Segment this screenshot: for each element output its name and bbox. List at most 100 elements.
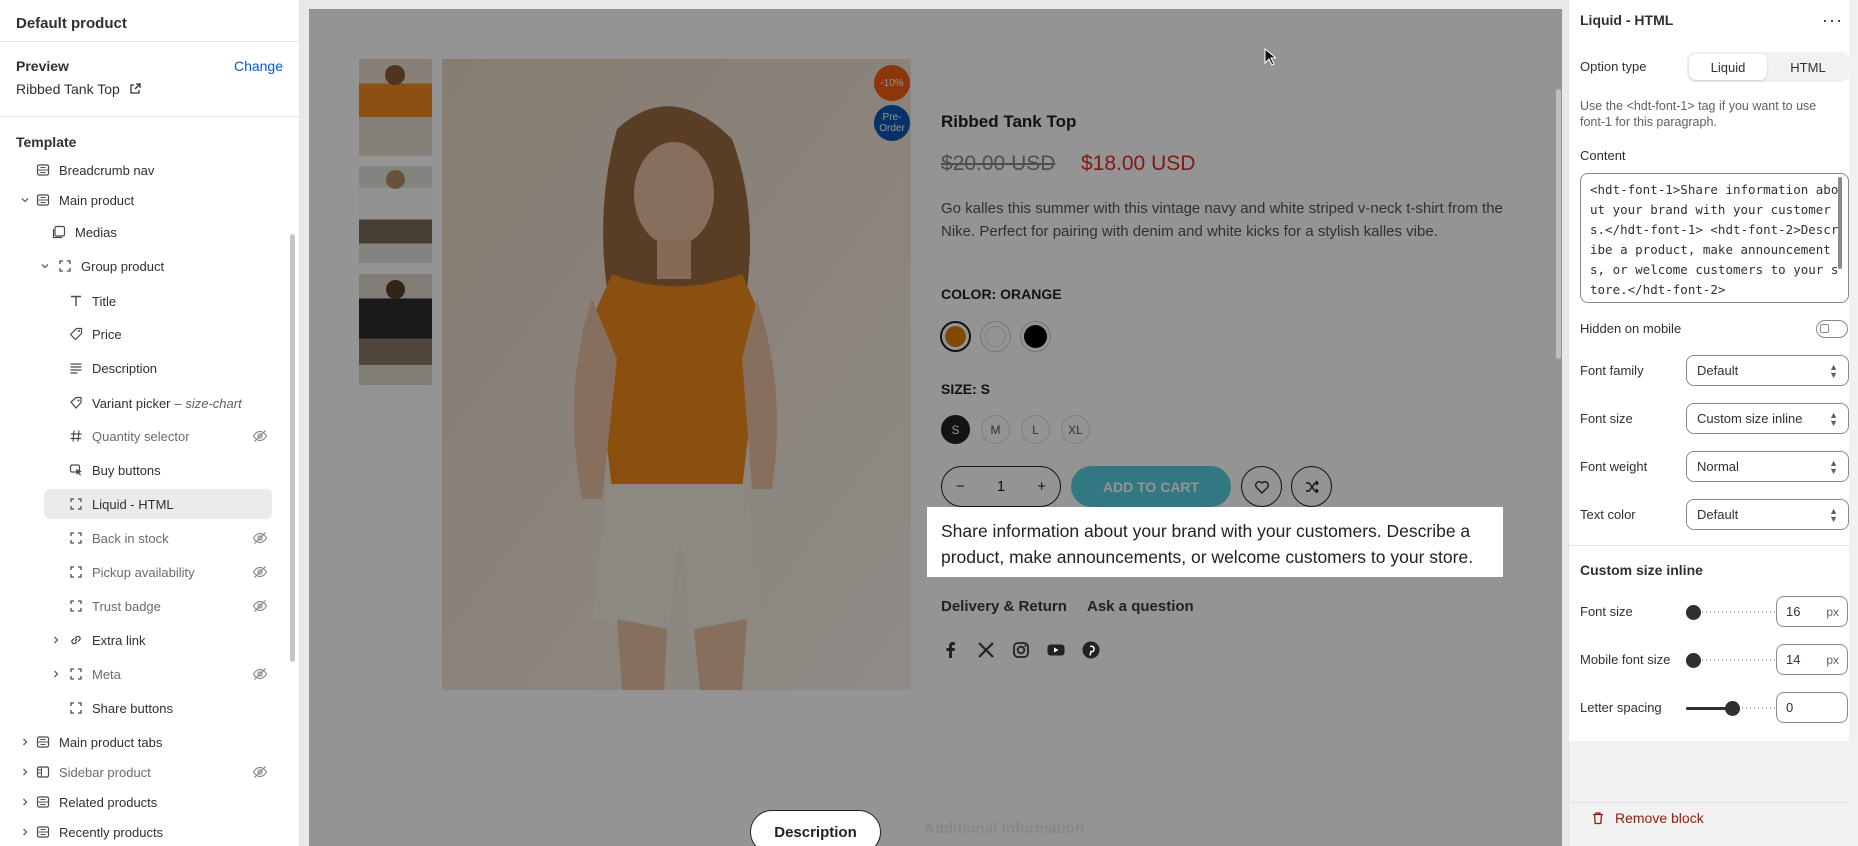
tree-item-meta[interactable]: Meta	[54, 659, 268, 689]
tree-item-title[interactable]: Title	[68, 286, 268, 316]
eye-off-icon[interactable]	[252, 598, 268, 614]
eye-off-icon[interactable]	[252, 564, 268, 580]
tree-item-related-products[interactable]: Related products	[23, 787, 268, 817]
plus-icon[interactable]: +	[1037, 478, 1046, 495]
wishlist-button[interactable]	[1241, 466, 1282, 507]
size-option-m[interactable]: M	[981, 415, 1010, 444]
tab-additional-information[interactable]: Additional Information	[924, 820, 1084, 837]
size-option-xl[interactable]: XL	[1061, 415, 1090, 444]
tree-item-price[interactable]: Price	[68, 319, 268, 349]
size-option-l[interactable]: L	[1021, 415, 1050, 444]
eye-off-icon[interactable]	[252, 764, 268, 780]
preview-area: -10% Pre-Order Ribbed Tank Top $20.00 US…	[300, 0, 1568, 846]
tree-item-trust-badge[interactable]: Trust badge	[68, 591, 268, 621]
tree-item-recently-products[interactable]: Recently products	[23, 817, 268, 846]
content-label: Content	[1580, 148, 1626, 163]
tree-item-buy-buttons[interactable]: Buy buttons	[68, 455, 268, 485]
hidden-mobile-toggle[interactable]	[1816, 320, 1848, 338]
tree-item-label: Related products	[59, 794, 158, 810]
remove-block-label: Remove block	[1615, 810, 1704, 826]
color-swatch-black[interactable]	[1020, 321, 1051, 352]
tree-item-share-buttons[interactable]: Share buttons	[68, 693, 268, 723]
tree-item-description[interactable]: Description	[68, 353, 268, 383]
eye-off-icon[interactable]	[252, 428, 268, 444]
preview-scrollbar[interactable]	[1556, 89, 1561, 359]
chevron-right-icon[interactable]	[19, 796, 31, 808]
content-code-editor[interactable]: <hdt-font-1>Share information about your…	[1580, 173, 1849, 303]
x-twitter-icon[interactable]	[976, 640, 996, 660]
size-option-s[interactable]: S	[941, 415, 970, 444]
thumbnail-2[interactable]	[359, 166, 432, 263]
tree-item-variant-picker[interactable]: Variant picker – size-chart	[68, 388, 268, 418]
letter-spacing-slider[interactable]	[1686, 698, 1778, 718]
preview-product-link[interactable]: Ribbed Tank Top	[16, 81, 141, 97]
text-icon	[68, 293, 84, 309]
sale-price: $18.00 USD	[1081, 152, 1196, 175]
font-size-select[interactable]: Custom size inline ▲ ▼	[1686, 403, 1849, 434]
text-color-select[interactable]: Default ▲ ▼	[1686, 499, 1849, 530]
tree-item-group-product[interactable]: Group product	[41, 251, 268, 281]
slider-handle[interactable]	[1686, 605, 1701, 620]
tree-item-liquid-html[interactable]: Liquid - HTML	[68, 489, 268, 519]
editor-scrollbar[interactable]	[1838, 177, 1842, 269]
option-liquid-button[interactable]: Liquid	[1689, 54, 1767, 80]
thumbnail-1[interactable]	[359, 59, 432, 156]
toggle-knob	[1820, 324, 1829, 333]
chevron-down-icon[interactable]	[39, 260, 51, 272]
slider-handle[interactable]	[1724, 701, 1740, 716]
compare-button[interactable]	[1291, 466, 1332, 507]
tree-item-quantity-selector[interactable]: Quantity selector	[68, 421, 268, 451]
youtube-icon[interactable]	[1046, 640, 1066, 660]
remove-block-button[interactable]: Remove block	[1569, 810, 1849, 826]
mobile-font-size-number-input[interactable]: 14 px	[1776, 644, 1848, 675]
tree-item-extra-link[interactable]: Extra link	[54, 625, 268, 655]
font-weight-label: Font weight	[1580, 459, 1648, 474]
quantity-value[interactable]: 1	[997, 478, 1005, 495]
chevron-down-icon[interactable]	[19, 194, 31, 206]
ask-question-link[interactable]: Ask a question	[1087, 598, 1194, 615]
tree-item-main-product[interactable]: Main product	[21, 185, 268, 215]
letter-spacing-number-input[interactable]: 0	[1776, 692, 1848, 723]
eye-off-icon[interactable]	[252, 530, 268, 546]
font-family-select[interactable]: Default ▲ ▼	[1686, 355, 1849, 386]
delivery-return-link[interactable]: Delivery & Return	[941, 598, 1067, 615]
liquid-html-block[interactable]: Share information about your brand with …	[927, 507, 1503, 577]
chevron-right-icon[interactable]	[19, 736, 31, 748]
select-arrows-icon: ▲ ▼	[1829, 409, 1838, 428]
preview-label: Preview	[16, 58, 69, 74]
pinterest-icon[interactable]	[1081, 640, 1101, 660]
chevron-right-icon[interactable]	[50, 668, 62, 680]
color-swatch-orange[interactable]	[940, 321, 971, 352]
chevron-right-icon[interactable]	[19, 826, 31, 838]
tree-item-main-product-tabs[interactable]: Main product tabs	[23, 727, 268, 757]
add-to-cart-button[interactable]: ADD TO CART	[1071, 466, 1231, 507]
chevron-right-icon[interactable]	[19, 766, 31, 778]
font-size-slider[interactable]	[1686, 602, 1778, 622]
chevron-right-icon[interactable]	[50, 634, 62, 646]
more-options-icon[interactable]: ···	[1822, 10, 1843, 31]
thumbnail-3[interactable]	[359, 274, 432, 385]
slider-handle[interactable]	[1686, 653, 1701, 668]
product-main-image[interactable]	[442, 59, 911, 690]
tree-item-pickup-availability[interactable]: Pickup availability	[68, 557, 268, 587]
font-size-number-input[interactable]: 16 px	[1776, 596, 1848, 627]
tree-item-label: Trust badge	[92, 598, 161, 614]
tab-description[interactable]: Description	[750, 810, 881, 846]
eye-off-icon[interactable]	[252, 666, 268, 682]
instagram-icon[interactable]	[1011, 640, 1031, 660]
minus-icon[interactable]: −	[956, 478, 965, 495]
tree-item-breadcrumb-nav[interactable]: Breadcrumb nav	[35, 155, 268, 185]
change-preview-link[interactable]: Change	[234, 58, 283, 74]
mobile-font-size-slider[interactable]	[1686, 650, 1778, 670]
color-swatch-white[interactable]	[980, 321, 1011, 352]
font-weight-select[interactable]: Normal ▲ ▼	[1686, 451, 1849, 482]
tree-item-label: Variant picker	[92, 395, 171, 411]
facebook-icon[interactable]	[941, 640, 961, 660]
tree-item-medias[interactable]: Medias	[51, 217, 268, 247]
tree-item-label: Back in stock	[92, 530, 169, 546]
tree-item-back-in-stock[interactable]: Back in stock	[68, 523, 268, 553]
sidebar-scrollbar[interactable]	[290, 234, 295, 662]
option-html-button[interactable]: HTML	[1769, 54, 1847, 80]
mobile-font-size-label: Mobile font size	[1580, 652, 1671, 667]
tree-item-sidebar-product[interactable]: Sidebar product	[23, 757, 268, 787]
